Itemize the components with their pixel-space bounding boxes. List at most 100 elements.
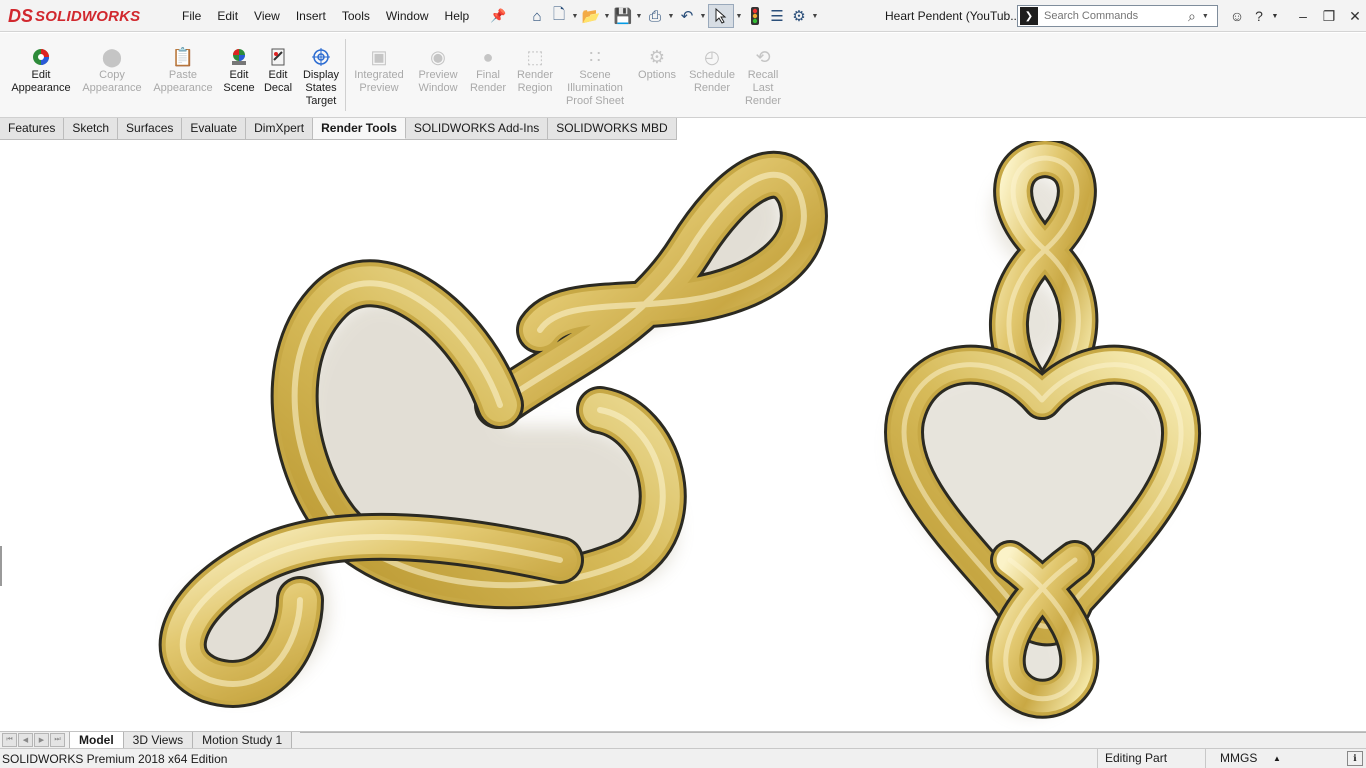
tab-solidworks-mbd[interactable]: SOLIDWORKS MBD [548,118,677,139]
help-icon[interactable]: ? [1248,8,1270,24]
tab-sketch[interactable]: Sketch [64,118,119,139]
display-states-target-button[interactable]: Display States Target [299,47,343,108]
model-view-tabs: ⏮ ◀ ▶ ⏭ Model 3D Views Motion Study 1 [0,731,1366,748]
integrated-preview-icon: ▣ [370,46,388,67]
edit-decal-icon [267,47,289,67]
tab-model[interactable]: Model [69,732,124,748]
command-prompt-icon: ❯ [1020,7,1038,25]
scene-illumination-proof-sheet-button[interactable]: ∷ Scene Illumination Proof Sheet [562,47,628,108]
tab-evaluate[interactable]: Evaluate [182,118,247,139]
paste-appearance-icon: 📋 [171,46,195,67]
rebuild-traffic-light-icon[interactable] [744,5,766,27]
render-options-label: Options [638,69,676,81]
print-dropdown-icon[interactable]: ▼ [666,13,676,20]
edit-scene-label: Edit Scene [223,69,255,94]
menu-insert[interactable]: Insert [288,0,334,32]
next-tab-icon[interactable]: ▶ [34,733,49,747]
menu-view[interactable]: View [246,0,288,32]
paste-appearance-button[interactable]: 📋 Paste Appearance [152,47,214,95]
command-manager-tabs: Features Sketch Surfaces Evaluate DimXpe… [0,118,677,140]
open-dropdown-icon[interactable]: ▼ [602,13,612,20]
undo-dropdown-icon[interactable]: ▼ [698,13,708,20]
options-gear-icon[interactable]: ⚙ [788,5,810,27]
copy-appearance-button[interactable]: ⬤ Copy Appearance [81,47,143,95]
last-tab-icon[interactable]: ⏭ [50,733,65,747]
final-render-label: Final Render [469,69,507,94]
search-dropdown-icon[interactable]: ▼ [1202,13,1209,20]
edit-appearance-icon [30,47,52,67]
user-account-icon[interactable]: ☺ [1226,8,1248,24]
menu-file[interactable]: File [174,0,209,32]
restore-icon[interactable]: ❐ [1316,0,1342,32]
undo-icon[interactable]: ↶ [676,5,698,27]
menu-bar: File Edit View Insert Tools Window Help [174,0,477,32]
unit-system-up-icon[interactable]: ▲ [1273,754,1281,763]
new-document-icon[interactable]: 🗋 [548,5,570,27]
edit-scene-button[interactable]: Edit Scene [220,47,258,95]
tab-3d-views[interactable]: 3D Views [122,732,194,748]
ribbon-separator [345,39,346,111]
open-folder-icon[interactable]: 📂 [580,5,602,27]
feature-manager-collapse-handle[interactable] [0,546,2,586]
tab-solidworks-add-ins[interactable]: SOLIDWORKS Add-Ins [405,118,549,139]
menu-edit[interactable]: Edit [209,0,246,32]
scene-illumination-icon: ∷ [589,46,601,67]
integrated-preview-button[interactable]: ▣ Integrated Preview [350,47,408,95]
select-arrow-icon[interactable] [708,4,734,28]
tab-dimxpert[interactable]: DimXpert [246,118,314,139]
preview-window-button[interactable]: ◉ Preview Window [414,47,462,95]
scene-illumination-label: Scene Illumination Proof Sheet [565,69,625,107]
file-properties-icon[interactable]: ☰ [766,5,788,27]
first-tab-icon[interactable]: ⏮ [2,733,17,747]
ds-logo-mark: DS [8,5,34,26]
search-commands-input[interactable] [1044,10,1184,22]
tab-surfaces[interactable]: Surfaces [118,118,183,139]
options-dropdown-icon[interactable]: ▼ [810,13,820,20]
render-options-button[interactable]: ⚙ Options [634,47,680,82]
search-commands-box[interactable]: ❯ ⌕ ▼ [1017,5,1218,27]
window-controls: – ❐ ✕ [1290,0,1366,32]
tab-strip-divider [300,732,1366,733]
solidworks-logo-text: SOLIDWORKS [35,7,141,25]
tab-scroll-arrows: ⏮ ◀ ▶ ⏭ [2,733,66,747]
edit-decal-label: Edit Decal [263,69,293,94]
schedule-render-button[interactable]: ◴ Schedule Render [686,47,738,95]
right-controls: ☺ ? ▼ [1226,4,1280,28]
tab-features[interactable]: Features [0,118,65,139]
graphics-area[interactable] [0,141,1366,732]
unit-system-selector[interactable]: MMGS [1205,749,1257,768]
menu-tools[interactable]: Tools [334,0,378,32]
tab-motion-study-1[interactable]: Motion Study 1 [192,732,293,748]
print-icon[interactable]: ⎙ [644,5,666,27]
menu-window[interactable]: Window [378,0,437,32]
solidworks-logo[interactable]: DS SOLIDWORKS [8,3,154,29]
previous-tab-icon[interactable]: ◀ [18,733,33,747]
pin-menu-icon[interactable]: 📌 [490,8,506,24]
save-icon[interactable]: 💾 [612,5,634,27]
render-region-button[interactable]: ⬚ Render Region [514,47,556,95]
menu-help[interactable]: Help [437,0,478,32]
edit-decal-button[interactable]: Edit Decal [261,47,295,95]
help-dropdown-icon[interactable]: ▼ [1270,13,1280,20]
home-icon[interactable]: ⌂ [526,5,548,27]
recall-last-render-icon: ⟲ [755,46,771,67]
edit-appearance-label: Edit Appearance [11,69,71,94]
final-render-button[interactable]: ● Final Render [468,47,508,95]
model-render [158,141,1202,719]
recall-last-render-button[interactable]: ⟲ Recall Last Render [742,47,784,108]
tab-render-tools[interactable]: Render Tools [313,118,406,139]
new-dropdown-icon[interactable]: ▼ [570,13,580,20]
search-icon[interactable]: ⌕ [1188,8,1196,25]
display-states-target-label: Display States Target [302,69,340,107]
copy-appearance-label: Copy Appearance [82,69,142,94]
paste-appearance-label: Paste Appearance [153,69,213,94]
editing-mode-text: Editing Part [1097,749,1167,768]
status-bar: SOLIDWORKS Premium 2018 x64 Edition Edit… [0,748,1366,768]
copy-appearance-icon: ⬤ [101,46,123,67]
minimize-icon[interactable]: – [1290,0,1316,32]
edit-appearance-button[interactable]: Edit Appearance [10,47,72,95]
select-dropdown-icon[interactable]: ▼ [734,13,744,20]
save-dropdown-icon[interactable]: ▼ [634,13,644,20]
status-bar-help-icon[interactable]: ℹ [1347,751,1363,766]
close-icon[interactable]: ✕ [1342,0,1366,32]
